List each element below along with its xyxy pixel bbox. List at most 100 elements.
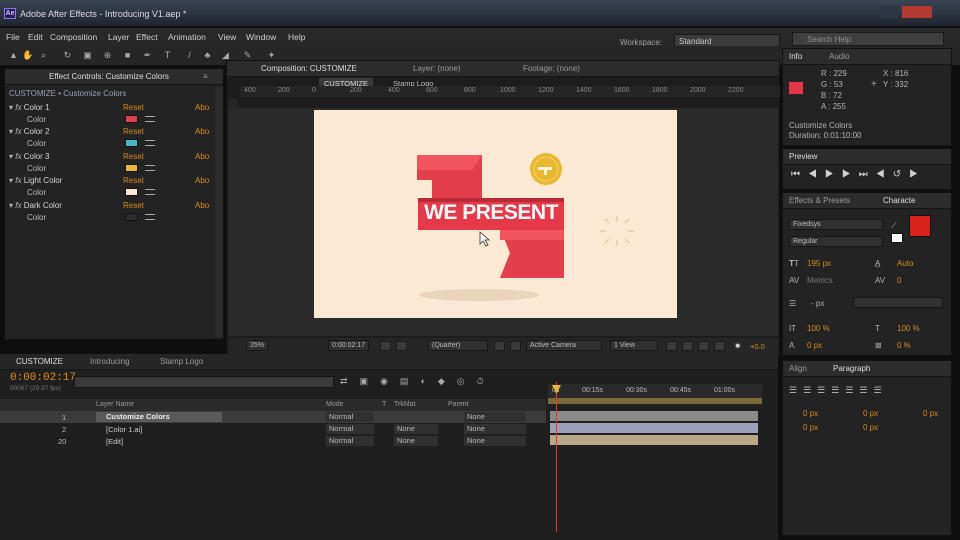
- about-link[interactable]: Abo: [195, 127, 209, 136]
- fx-icon[interactable]: ▾ fx: [9, 152, 21, 161]
- fx-icon[interactable]: ▾ fx: [9, 127, 21, 136]
- tab-layer[interactable]: Layer: (none): [413, 64, 461, 73]
- align-left-icon[interactable]: ☰: [789, 385, 803, 395]
- loop-icon[interactable]: ↺: [893, 169, 909, 180]
- color-swatch[interactable]: [125, 164, 138, 172]
- zoom-select[interactable]: 25%: [246, 340, 269, 351]
- pen-tool-icon[interactable]: ✒: [142, 50, 153, 61]
- space-after-value[interactable]: 0 px: [863, 423, 878, 432]
- transparency-grid-icon[interactable]: [510, 341, 521, 351]
- font-family-select[interactable]: Fixedsys: [789, 219, 883, 230]
- motion-blur-icon[interactable]: ◐: [420, 376, 437, 386]
- pan-behind-tool-icon[interactable]: ⊕: [102, 50, 113, 61]
- tab-preview[interactable]: Preview: [789, 152, 817, 161]
- layer-name[interactable]: Customize Colors: [96, 412, 222, 422]
- show-channel-icon[interactable]: [396, 341, 407, 351]
- view-layout-select[interactable]: 1 View: [610, 340, 658, 351]
- indent-right-value[interactable]: 0 px: [863, 409, 878, 418]
- toggle-pixel-aspect-icon[interactable]: [666, 341, 677, 351]
- menu-layer[interactable]: Layer: [108, 32, 129, 42]
- timeline-icon[interactable]: [698, 341, 709, 351]
- about-link[interactable]: Abo: [195, 103, 209, 112]
- camera-tool-icon[interactable]: ▣: [82, 50, 93, 61]
- layer-parent[interactable]: None: [464, 412, 526, 422]
- clone-stamp-tool-icon[interactable]: ♣: [202, 50, 213, 61]
- fx-icon[interactable]: ▾ fx: [9, 176, 21, 185]
- comp-mini-flowchart-icon[interactable]: ⇄: [340, 376, 360, 386]
- justify-last-right-icon[interactable]: ☰: [859, 385, 873, 395]
- horizontal-scale-value[interactable]: 100 %: [897, 324, 920, 333]
- hand-tool-icon[interactable]: ✋: [22, 50, 33, 61]
- play-icon[interactable]: ▶: [825, 169, 842, 180]
- menu-composition[interactable]: Composition: [50, 32, 97, 42]
- exposure-value[interactable]: +0.0: [750, 342, 765, 351]
- tab-timeline-stamp-logo[interactable]: Stamp Logo: [160, 357, 203, 366]
- layer-search-input[interactable]: [74, 376, 334, 388]
- selection-tool-icon[interactable]: ▲: [8, 50, 19, 61]
- tab-footage[interactable]: Footage: (none): [523, 64, 580, 73]
- work-area-bar[interactable]: [548, 398, 762, 404]
- layer-trkmat[interactable]: None: [394, 436, 438, 446]
- space-before-value[interactable]: 0 px: [803, 423, 818, 432]
- next-frame-icon[interactable]: ▶: [842, 169, 859, 180]
- menu-file[interactable]: File: [6, 32, 20, 42]
- about-link[interactable]: Abo: [195, 152, 209, 161]
- tab-timeline-customize[interactable]: CUSTOMIZE: [16, 357, 63, 366]
- type-tool-icon[interactable]: T: [162, 50, 173, 61]
- zoom-tool-icon[interactable]: ⌕: [38, 50, 49, 61]
- kerning-value[interactable]: Metrics: [807, 276, 833, 285]
- stroke-style-select[interactable]: [853, 297, 943, 308]
- prev-frame-icon[interactable]: ◀: [808, 169, 825, 180]
- eyedropper-icon[interactable]: [145, 116, 155, 122]
- about-link[interactable]: Abo: [195, 176, 209, 185]
- timeline-layer-row[interactable]: 20 [Edit] Normal None None: [0, 435, 546, 447]
- menu-effect[interactable]: Effect: [136, 32, 158, 42]
- ram-preview-icon[interactable]: ▶: [909, 169, 926, 180]
- fill-color-swatch[interactable]: [909, 215, 931, 237]
- exposure-icon[interactable]: ✷: [734, 341, 742, 352]
- eyedropper-icon[interactable]: ⟋: [891, 221, 897, 231]
- tracking-value[interactable]: 0: [897, 276, 901, 285]
- eyedropper-icon[interactable]: [145, 165, 155, 171]
- justify-last-left-icon[interactable]: ☰: [831, 385, 845, 395]
- layer-mode[interactable]: Normal: [326, 424, 374, 434]
- tsume-value[interactable]: 0 %: [897, 341, 911, 350]
- tab-character[interactable]: Characte: [883, 196, 915, 205]
- layer-bar[interactable]: [550, 435, 758, 445]
- shy-icon[interactable]: ◉: [380, 376, 400, 386]
- timeline-layer-row[interactable]: 2 [Color 1.ai] Normal None None: [0, 423, 546, 435]
- reset-link[interactable]: Reset: [123, 103, 144, 112]
- search-help-input[interactable]: Search Help: [792, 32, 944, 46]
- eyedropper-icon[interactable]: [145, 140, 155, 146]
- current-time[interactable]: 0:00:02:17: [10, 372, 76, 384]
- layer-mode[interactable]: Normal: [326, 412, 374, 422]
- tab-composition[interactable]: Composition: CUSTOMIZE: [261, 64, 357, 73]
- stopwatch-icon[interactable]: ⏱: [477, 376, 496, 386]
- tab-align[interactable]: Align: [789, 364, 807, 373]
- color-swatch[interactable]: [125, 213, 138, 221]
- menu-edit[interactable]: Edit: [28, 32, 43, 42]
- tab-paragraph[interactable]: Paragraph: [833, 364, 870, 373]
- reset-link[interactable]: Reset: [123, 201, 144, 210]
- flowchart-icon[interactable]: [714, 341, 725, 351]
- justify-all-icon[interactable]: ☰: [873, 385, 887, 395]
- vertical-scale-value[interactable]: 100 %: [807, 324, 830, 333]
- tab-effects-presets[interactable]: Effects & Presets: [789, 196, 850, 205]
- align-right-icon[interactable]: ☰: [817, 385, 831, 395]
- leading-value[interactable]: Auto: [897, 259, 913, 268]
- playhead[interactable]: [556, 382, 557, 532]
- reset-link[interactable]: Reset: [123, 176, 144, 185]
- draft-3d-icon[interactable]: ▣: [360, 376, 381, 386]
- composition-artboard[interactable]: WE PRESENT: [314, 110, 677, 318]
- align-center-icon[interactable]: ☰: [803, 385, 817, 395]
- resolution-select[interactable]: (Quarter): [428, 340, 488, 351]
- scrollbar[interactable]: [215, 87, 223, 337]
- font-style-select[interactable]: Regular: [789, 236, 883, 247]
- layer-mode[interactable]: Normal: [326, 436, 374, 446]
- layer-bar[interactable]: [550, 423, 758, 433]
- tab-audio[interactable]: Audio: [829, 52, 849, 61]
- font-size-value[interactable]: 195 px: [807, 259, 831, 268]
- eyedropper-icon[interactable]: [145, 214, 155, 220]
- timeline-layer-row[interactable]: 1 Customize Colors Normal None: [0, 411, 546, 423]
- menu-view[interactable]: View: [218, 32, 236, 42]
